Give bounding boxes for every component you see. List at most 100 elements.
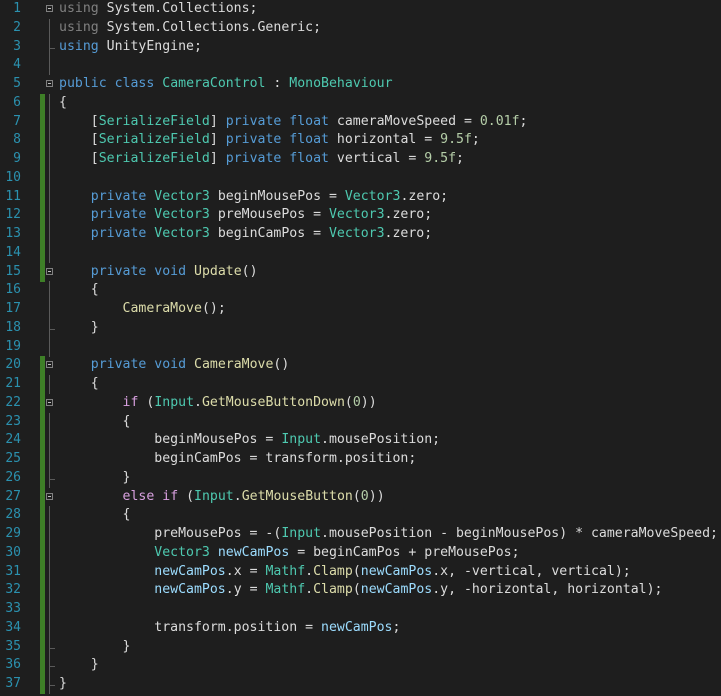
code-token: beginCamPos = transform.position; (59, 451, 417, 466)
code-token: [ (59, 132, 99, 148)
code-text: CameraMove(); (59, 300, 226, 319)
code-line[interactable]: 18 } (0, 318, 721, 338)
line-number: 12 (5, 207, 21, 223)
code-line[interactable]: 23 { (0, 412, 721, 432)
collapse-toggle-icon[interactable] (46, 398, 53, 406)
code-text: using System.Collections; (59, 0, 258, 19)
line-number: 13 (5, 226, 21, 241)
code-token: public (59, 76, 107, 91)
code-line[interactable]: 11 private Vector3 beginMousePos = Vecto… (0, 187, 721, 207)
code-line[interactable]: 16 { (0, 281, 721, 301)
code-line[interactable]: 28 { (0, 506, 721, 526)
code-text: using UnityEngine; (59, 38, 202, 57)
code-token: . (305, 563, 314, 579)
outline-guide (49, 18, 50, 38)
outline-guide (49, 131, 50, 151)
code-token: System.Collections.Generic; (98, 19, 322, 35)
collapse-toggle-icon[interactable] (46, 267, 53, 275)
code-line[interactable]: 21 { (0, 375, 721, 394)
code-line[interactable]: 26 } (0, 468, 721, 488)
code-line[interactable]: 9 [SerializeField] private float vertica… (0, 150, 721, 169)
code-line[interactable]: 4 (0, 56, 721, 76)
outline-guide (49, 525, 50, 544)
code-text: private void CameraMove() (59, 356, 290, 375)
code-line[interactable]: 15 private void Update() (0, 262, 721, 282)
code-token: .x, -vertical, vertical); (432, 563, 631, 579)
outline-guide (49, 675, 55, 694)
code-token: = beginCamPos + preMousePos; (289, 544, 520, 560)
code-token: Mathf (265, 582, 306, 598)
code-token: CameraControl (162, 76, 266, 91)
change-marker (40, 225, 45, 244)
code-token: void (154, 357, 187, 373)
code-text: { (59, 375, 99, 394)
code-token: () (273, 357, 290, 373)
code-line[interactable]: 1 using System.Collections; (0, 0, 721, 19)
code-text: [SerializeField] private float cameraMov… (59, 113, 528, 132)
code-line[interactable]: 31 newCamPos.x = Mathf.Clamp(newCamPos.x… (0, 562, 721, 582)
code-line[interactable]: 30 Vector3 newCamPos = beginCamPos + pre… (0, 543, 721, 563)
code-line[interactable]: 2 using System.Collections.Generic; (0, 18, 721, 38)
code-token: ] (209, 132, 226, 148)
change-marker (40, 93, 45, 113)
code-line[interactable]: 8 [SerializeField] private float horizon… (0, 131, 721, 151)
line-number: 21 (5, 376, 21, 391)
code-line[interactable]: 34 transform.position = newCamPos; (0, 618, 721, 638)
code-text: newCamPos.y = Mathf.Clamp(newCamPos.y, -… (59, 581, 662, 600)
code-line[interactable]: 3 using UnityEngine; (0, 37, 721, 57)
collapse-toggle-icon[interactable] (46, 492, 53, 500)
code-line[interactable]: 27 else if (Input.GetMouseButton(0)) (0, 487, 721, 507)
code-line[interactable]: 14 (0, 243, 721, 263)
collapse-toggle-icon[interactable] (46, 361, 53, 369)
outline-guide (49, 637, 55, 657)
code-line[interactable]: 35 } (0, 637, 721, 657)
line-number: 2 (13, 19, 21, 35)
code-token: CameraMove (122, 301, 202, 316)
code-token: MonoBehaviour (289, 76, 393, 91)
code-text: if (Input.GetMouseButtonDown(0)) (59, 394, 377, 413)
collapse-toggle-icon[interactable] (46, 80, 53, 87)
code-line[interactable]: 20 private void CameraMove() (0, 356, 721, 376)
outline-guide (49, 543, 50, 563)
code-line[interactable]: 25 beginCamPos = transform.position; (0, 450, 721, 469)
code-token: newCamPos (321, 619, 393, 635)
code-line[interactable]: 36 } (0, 656, 721, 676)
code-line[interactable]: 22 if (Input.GetMouseButtonDown(0)) (0, 393, 721, 413)
code-token: ( (344, 394, 353, 410)
code-token: ( (352, 582, 361, 598)
code-line[interactable]: 29 preMousePos = -(Input.mousePosition -… (0, 525, 721, 544)
code-line[interactable]: 5 public class CameraControl : MonoBehavi… (0, 75, 721, 94)
code-line[interactable]: 13 private Vector3 beginCamPos = Vector3… (0, 225, 721, 244)
code-line[interactable]: 12 private Vector3 preMousePos = Vector3… (0, 206, 721, 226)
code-line[interactable]: 33 (0, 600, 721, 619)
code-line[interactable]: 32 newCamPos.y = Mathf.Clamp(newCamPos.y… (0, 581, 721, 601)
code-line[interactable]: 6{ (0, 93, 721, 113)
code-line[interactable]: 24 beginMousePos = Input.mousePosition; (0, 431, 721, 451)
change-marker (40, 393, 45, 413)
change-marker (40, 187, 45, 207)
change-marker (40, 656, 45, 676)
code-token: } (59, 657, 99, 673)
code-token: { (59, 94, 67, 110)
code-text: else if (Input.GetMouseButton(0)) (59, 488, 385, 507)
change-marker (40, 600, 45, 619)
outline-guide (49, 562, 50, 582)
line-number: 26 (5, 469, 21, 485)
collapse-toggle-icon[interactable] (46, 5, 53, 12)
code-line[interactable]: 19 (0, 337, 721, 357)
code-editor[interactable]: 1 using System.Collections; 2 using System.… (0, 0, 721, 696)
outline-guide (49, 656, 55, 676)
code-token: .zero; (400, 188, 449, 204)
code-line[interactable]: 7 [SerializeField] private float cameraM… (0, 112, 721, 132)
code-line[interactable]: 17 CameraMove(); (0, 300, 721, 319)
code-token: () (241, 263, 258, 279)
code-token: 0.01f (479, 113, 520, 129)
code-token: .zero; (384, 226, 433, 241)
code-line[interactable]: 10 (0, 168, 721, 188)
code-token: if (122, 394, 139, 410)
code-line[interactable]: 37} (0, 675, 721, 694)
code-token: { (59, 413, 131, 429)
code-token: preMousePos = -( (59, 526, 282, 541)
